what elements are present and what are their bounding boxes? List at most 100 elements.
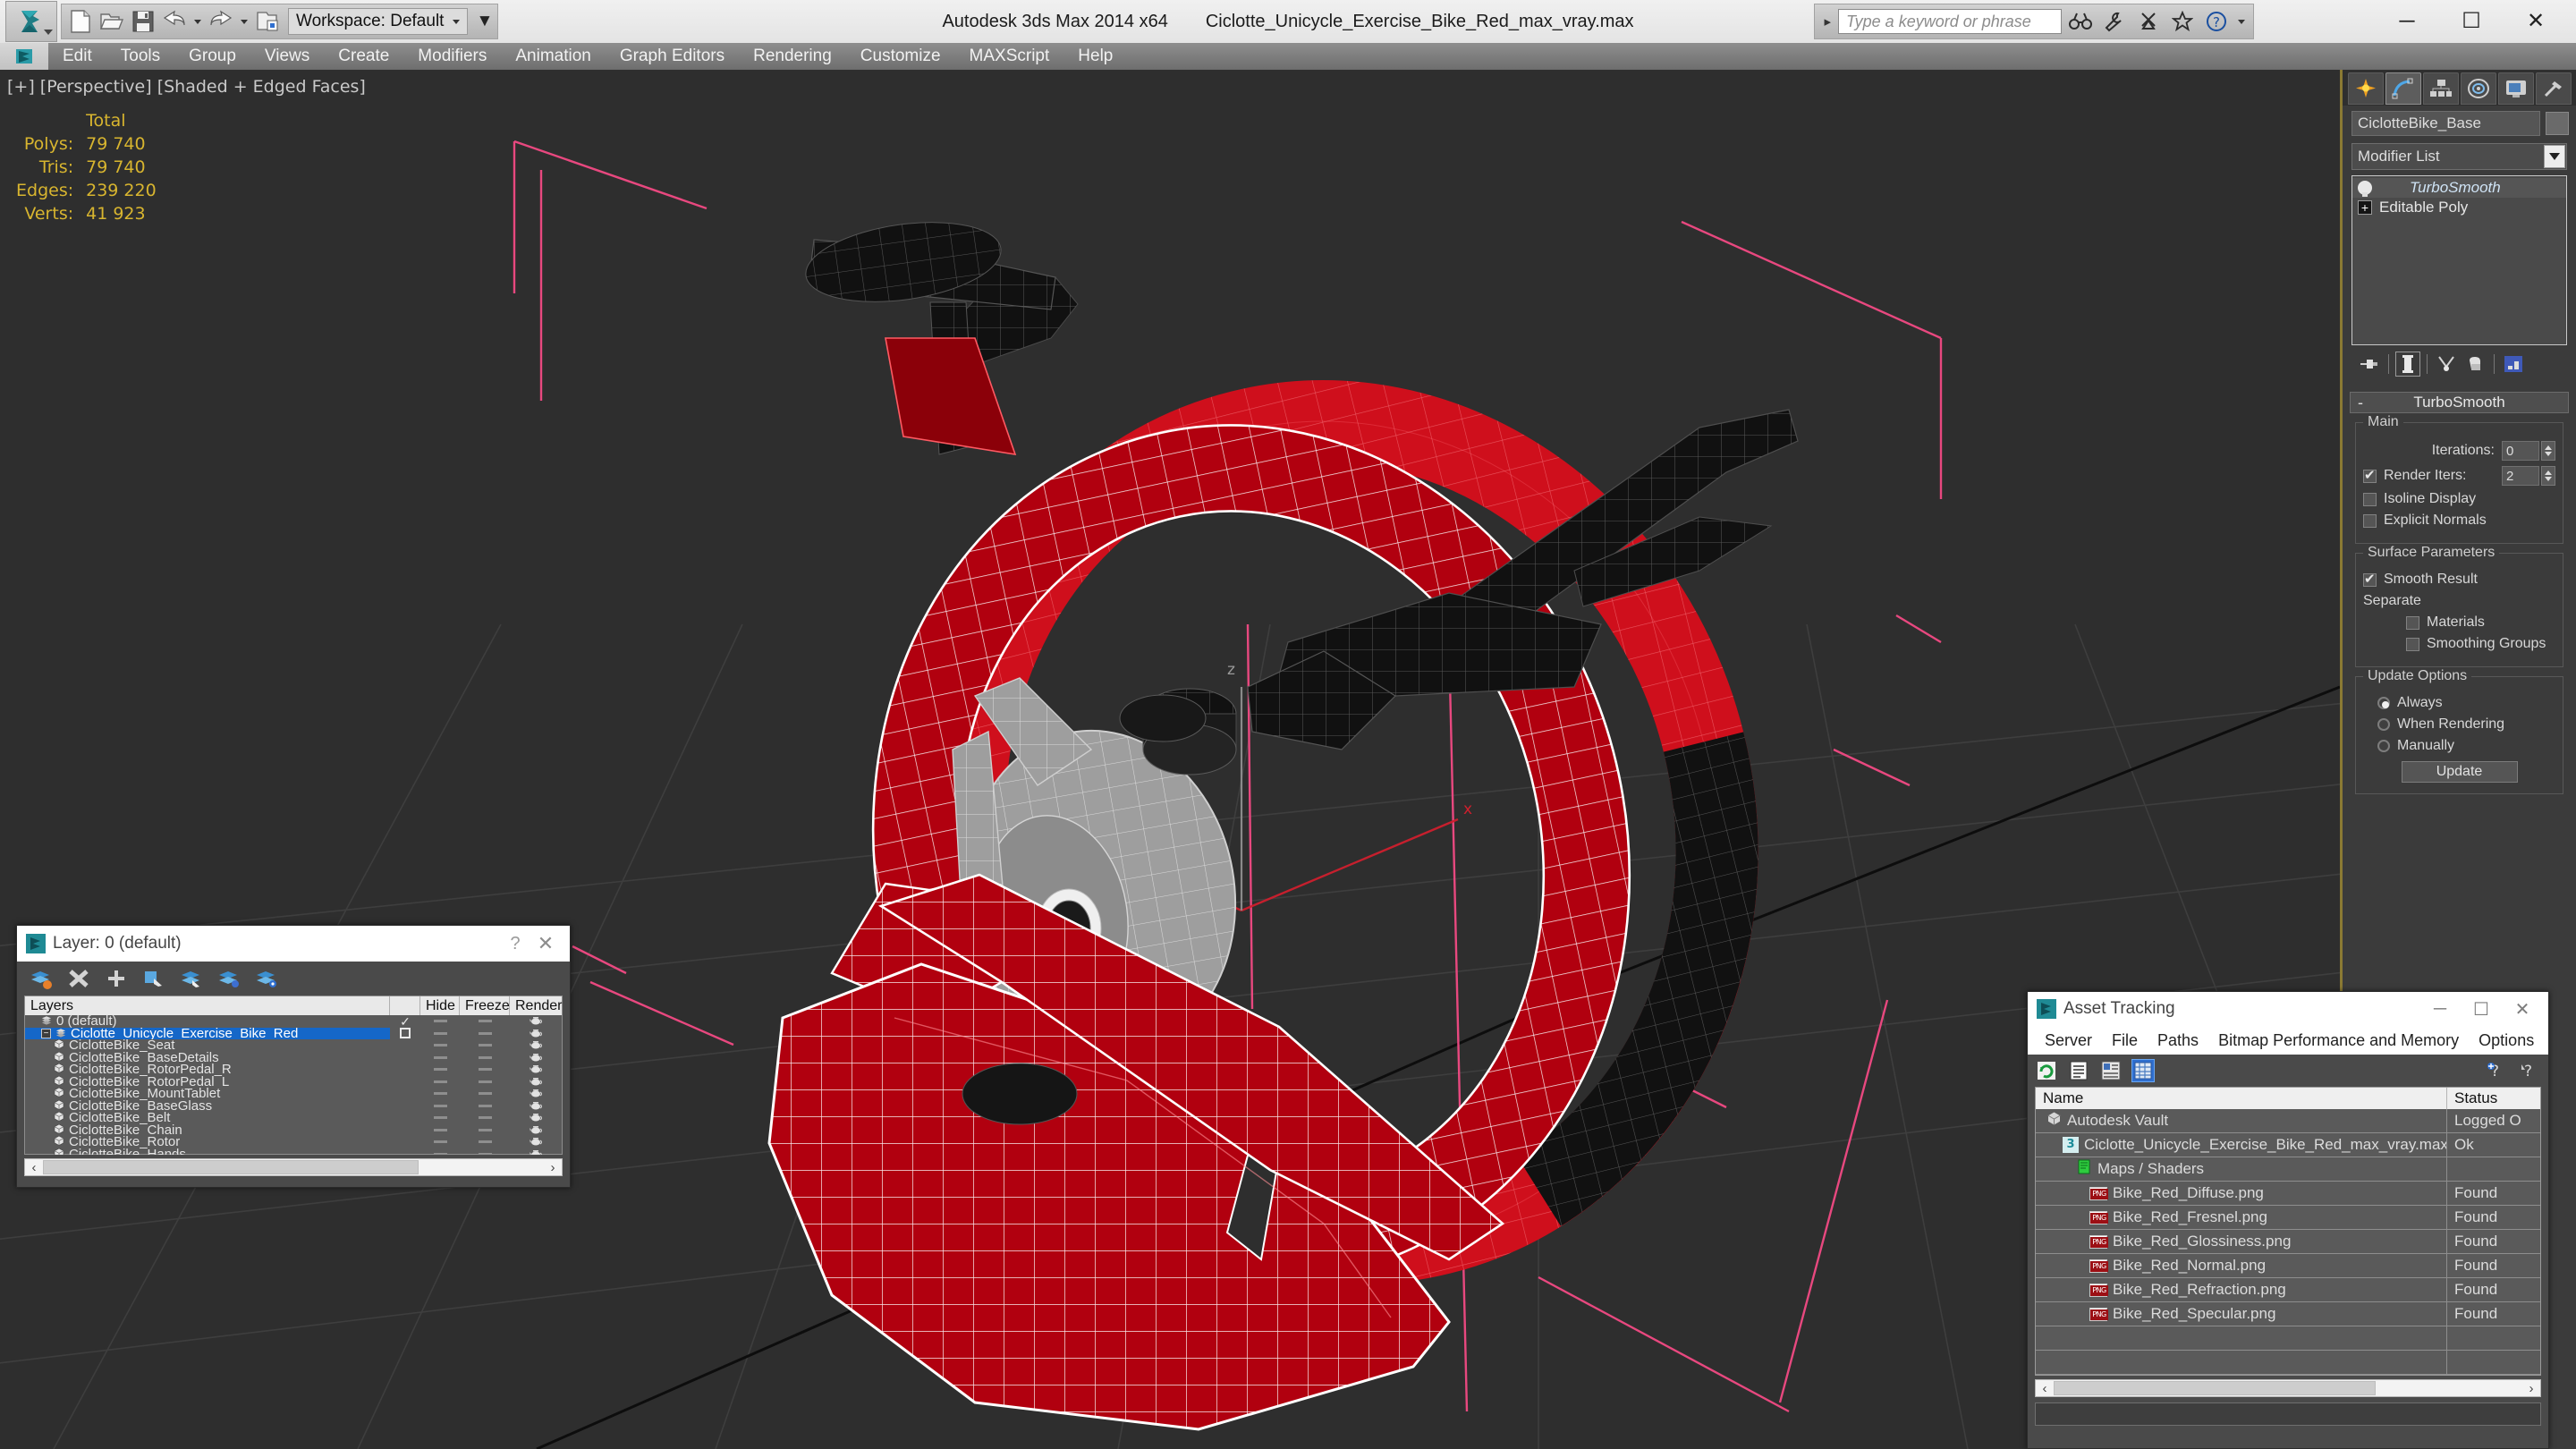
layer-dialog[interactable]: Layer: 0 (default) ? ✕ Layers Hide Freez… <box>16 925 571 1188</box>
app-menu-button[interactable] <box>0 43 48 70</box>
layer-name-cell[interactable]: CiclotteBike_Seat <box>25 1039 390 1052</box>
close-icon[interactable]: ✕ <box>2524 11 2547 32</box>
asset-row[interactable]: Bike_Red_Glossiness.png Found <box>2036 1230 2540 1254</box>
object-color-swatch[interactable] <box>2546 112 2569 135</box>
workspace-dropdown[interactable]: Workspace: Default <box>288 8 469 35</box>
isoline-display-checkbox[interactable] <box>2363 492 2377 506</box>
asset-row-list[interactable]: Autodesk Vault Logged O 3 Ciclotte_Unicycle… <box>2036 1109 2540 1375</box>
star-icon[interactable] <box>2167 8 2198 35</box>
maximize-icon[interactable]: ☐ <box>2460 11 2483 32</box>
layer-properties-icon[interactable] <box>255 968 278 989</box>
layer-current-cell[interactable] <box>390 1076 420 1089</box>
asset-name-cell[interactable] <box>2036 1351 2447 1374</box>
asset-row[interactable]: Bike_Red_Diffuse.png Found <box>2036 1182 2540 1206</box>
scroll-left-icon[interactable]: ‹ <box>25 1160 43 1175</box>
modifier-stack-item-turbosmooth[interactable]: TurboSmooth <box>2352 178 2566 198</box>
layer-row[interactable]: CiclotteBike_Hands <box>25 1148 562 1155</box>
asset-horizontal-scrollbar[interactable]: ‹ › <box>2035 1379 2541 1397</box>
menu-help[interactable]: Help <box>1063 47 1127 66</box>
make-unique-icon[interactable] <box>2434 352 2459 377</box>
asset-row[interactable] <box>2036 1351 2540 1375</box>
delete-layer-icon[interactable] <box>67 968 90 989</box>
collapse-toggle-icon[interactable]: − <box>41 1028 51 1038</box>
help-icon[interactable]: ? <box>500 934 530 954</box>
render-iters-spinner[interactable] <box>2541 466 2555 486</box>
modifier-stack[interactable]: TurboSmooth + Editable Poly <box>2351 175 2567 345</box>
layer-row[interactable]: CiclotteBike_RotorPedal_L <box>25 1075 562 1089</box>
layer-hide-cell[interactable] <box>420 1039 460 1052</box>
perspective-viewport[interactable]: z y x <box>0 70 2340 1449</box>
layer-row[interactable]: CiclotteBike_BaseDetails <box>25 1051 562 1064</box>
layer-row[interactable]: CiclotteBike_RotorPedal_R <box>25 1063 562 1076</box>
help-icon[interactable]: ? <box>2201 8 2232 35</box>
satellite-icon[interactable] <box>2133 8 2164 35</box>
scroll-right-icon[interactable]: › <box>2522 1381 2540 1396</box>
display-tab-icon[interactable] <box>2498 72 2534 105</box>
redo-dropdown-icon[interactable] <box>241 19 248 24</box>
menu-server[interactable]: Server <box>2035 1031 2102 1050</box>
binoculars-icon[interactable] <box>2065 8 2096 35</box>
layer-hide-cell[interactable] <box>420 1052 460 1064</box>
maximize-icon[interactable]: ☐ <box>2461 998 2502 1021</box>
menu-views[interactable]: Views <box>250 47 324 66</box>
utilities-tab-icon[interactable] <box>2536 72 2572 105</box>
application-button[interactable] <box>5 1 57 42</box>
scroll-thumb[interactable] <box>2054 1381 2376 1395</box>
layer-name-cell[interactable]: CiclotteBike_Rotor <box>25 1136 390 1148</box>
explicit-normals-checkbox[interactable] <box>2363 513 2377 528</box>
detail-view-icon[interactable] <box>2099 1059 2123 1082</box>
toolbar-expand-icon[interactable]: ▸ <box>1820 13 1835 30</box>
save-icon[interactable] <box>129 7 157 36</box>
asset-name-cell[interactable]: Bike_Red_Specular.png <box>2036 1302 2447 1326</box>
asset-name-cell[interactable]: Maps / Shaders <box>2036 1157 2447 1181</box>
select-highlighted-icon[interactable] <box>180 968 203 989</box>
minimize-icon[interactable]: ─ <box>2419 999 2461 1020</box>
layer-current-cell[interactable] <box>390 1136 420 1148</box>
layer-name-cell[interactable]: CiclotteBike_MountTablet <box>25 1088 390 1100</box>
viewport-label[interactable]: [+] [Perspective] [Shaded + Edged Faces] <box>7 77 366 97</box>
layer-name-cell[interactable]: 0 (default) <box>25 1015 390 1028</box>
project-folder-icon[interactable] <box>253 7 282 36</box>
column-layers[interactable]: Layers <box>25 996 390 1015</box>
close-icon[interactable]: ✕ <box>530 932 561 955</box>
chevron-down-icon[interactable] <box>44 30 53 35</box>
create-tab-icon[interactable] <box>2348 72 2384 105</box>
column-current[interactable] <box>390 996 420 1015</box>
column-status[interactable]: Status <box>2447 1088 2540 1109</box>
current-layer-check[interactable]: ✓ <box>400 1015 411 1028</box>
menu-animation[interactable]: Animation <box>501 47 606 66</box>
asset-name-cell[interactable]: Bike_Red_Diffuse.png <box>2036 1182 2447 1205</box>
smooth-result-checkbox[interactable] <box>2363 571 2377 587</box>
layer-current-cell[interactable] <box>390 1028 420 1040</box>
layer-horizontal-scrollbar[interactable]: ‹ › <box>24 1158 563 1176</box>
asset-name-cell[interactable]: Bike_Red_Glossiness.png <box>2036 1230 2447 1253</box>
layer-row[interactable]: CiclotteBike_Chain <box>25 1123 562 1137</box>
list-view-icon[interactable] <box>2067 1059 2090 1082</box>
layer-hide-cell[interactable] <box>420 1015 460 1028</box>
show-end-result-icon[interactable] <box>2395 352 2420 377</box>
asset-name-cell[interactable] <box>2036 1326 2447 1350</box>
layer-current-cell[interactable] <box>390 1063 420 1076</box>
help-dropdown-icon[interactable] <box>2238 19 2245 24</box>
pin-stack-icon[interactable] <box>2357 352 2382 377</box>
asset-row[interactable]: Maps / Shaders <box>2036 1157 2540 1182</box>
update-when-rendering-radio[interactable] <box>2377 718 2390 731</box>
separate-materials-checkbox[interactable] <box>2406 615 2419 630</box>
layer-freeze-cell[interactable] <box>460 1088 510 1100</box>
layer-freeze-cell[interactable] <box>460 1124 510 1137</box>
separate-materials-row[interactable]: Materials <box>2363 614 2555 631</box>
layer-table[interactable]: Layers Hide Freeze Render 0 (default) ✓ − C… <box>24 996 563 1155</box>
chevron-down-icon[interactable] <box>453 19 461 24</box>
minimize-icon[interactable]: ─ <box>2395 11 2419 32</box>
layer-row-list[interactable]: 0 (default) ✓ − Ciclotte_Unicycle_Exercise_… <box>25 1015 562 1155</box>
layer-current-cell[interactable] <box>390 1052 420 1064</box>
layer-freeze-cell[interactable] <box>460 1076 510 1089</box>
scroll-right-icon[interactable]: › <box>544 1160 562 1175</box>
menu-rendering[interactable]: Rendering <box>739 47 846 66</box>
layer-hide-cell[interactable] <box>420 1124 460 1137</box>
update-manually-radio[interactable] <box>2377 740 2390 752</box>
layer-freeze-cell[interactable] <box>460 1148 510 1155</box>
layer-name-cell[interactable]: CiclotteBike_RotorPedal_L <box>25 1075 390 1088</box>
layer-current-cell[interactable] <box>390 1039 420 1052</box>
highlight-selected-icon[interactable] <box>217 968 241 989</box>
